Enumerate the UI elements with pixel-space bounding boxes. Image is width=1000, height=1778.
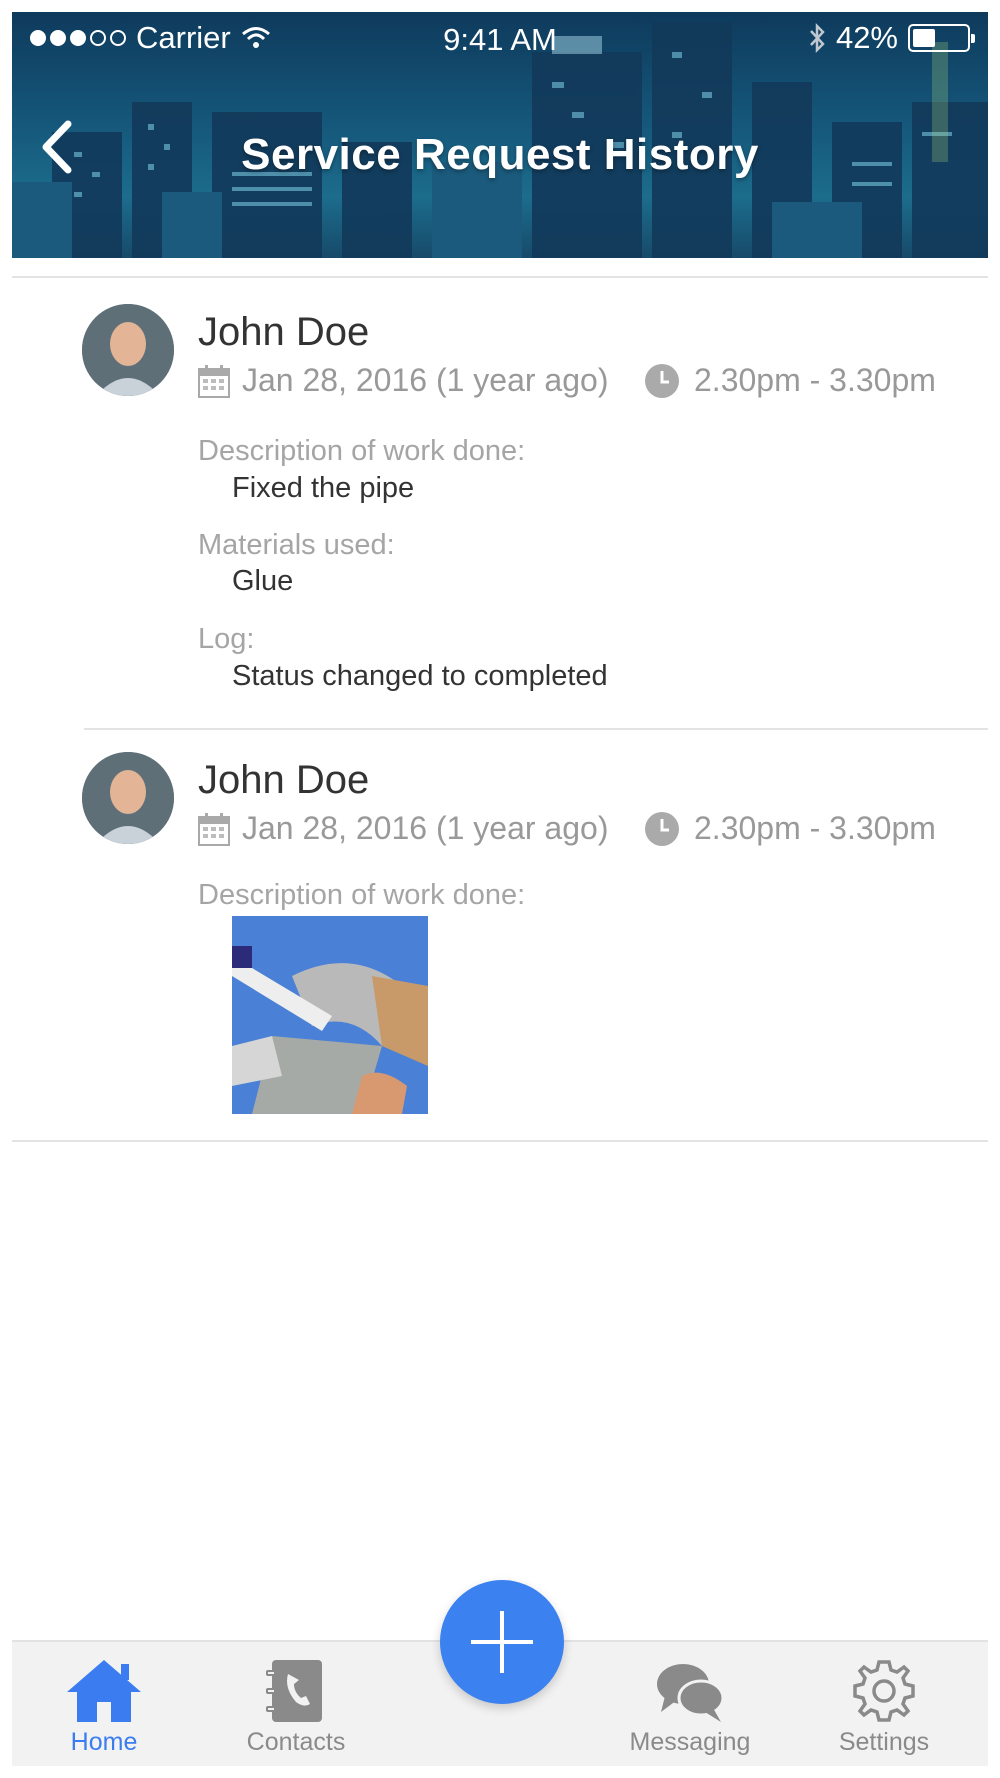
status-right: 42% — [808, 20, 975, 56]
tab-label: Messaging — [629, 1728, 751, 1756]
tab-home[interactable]: Home — [24, 1642, 184, 1766]
field-value: Glue — [232, 565, 294, 597]
clock-icon — [645, 811, 679, 846]
calendar-icon — [198, 364, 230, 398]
app-screen: Carrier 9:41 AM 42% Service Request Hist… — [12, 12, 988, 1766]
header: Carrier 9:41 AM 42% Service Request Hist… — [12, 12, 988, 258]
add-request-button[interactable] — [440, 1580, 564, 1704]
entry-date: Jan 28, 2016 (1 year ago) — [242, 810, 609, 846]
technician-name: John Doe — [198, 310, 370, 354]
home-icon — [67, 1660, 141, 1722]
tab-settings[interactable]: Settings — [804, 1642, 964, 1766]
contacts-book-icon — [266, 1660, 322, 1722]
gear-icon — [853, 1660, 915, 1722]
entry-date: Jan 28, 2016 (1 year ago) — [242, 362, 609, 398]
field-value: Fixed the pipe — [232, 472, 415, 504]
entry-time: 2.30pm - 3.30pm — [694, 810, 936, 846]
chat-bubbles-icon — [657, 1664, 725, 1722]
status-bar: Carrier 9:41 AM 42% — [12, 12, 988, 64]
tab-label: Home — [70, 1728, 138, 1756]
tab-messaging[interactable]: Messaging — [610, 1642, 770, 1766]
battery-percent: 42% — [835, 20, 898, 55]
battery-icon — [908, 24, 975, 52]
tab-label: Contacts — [246, 1728, 346, 1756]
avatar — [82, 752, 174, 844]
avatar — [82, 304, 174, 396]
entry-time: 2.30pm - 3.30pm — [694, 362, 936, 398]
work-photo[interactable] — [232, 916, 428, 1114]
clock-icon — [645, 363, 679, 398]
calendar-icon — [198, 812, 230, 846]
date-row: Jan 28, 2016 (1 year ago) — [198, 810, 608, 847]
date-row: Jan 28, 2016 (1 year ago) — [198, 362, 608, 399]
technician-name: John Doe — [198, 758, 370, 802]
time-row: 2.30pm - 3.30pm — [644, 362, 936, 399]
field-label: Description of work done: — [198, 435, 526, 467]
divider — [12, 276, 988, 278]
tab-contacts[interactable]: Contacts — [216, 1642, 376, 1766]
plus-icon — [471, 1611, 533, 1673]
field-label: Description of work done: — [198, 879, 526, 911]
divider — [84, 728, 988, 730]
divider — [12, 1140, 988, 1142]
time-row: 2.30pm - 3.30pm — [644, 810, 936, 847]
field-label: Log: — [198, 623, 255, 655]
field-value: Status changed to completed — [232, 660, 608, 692]
tab-label: Settings — [838, 1728, 930, 1756]
field-label: Materials used: — [198, 529, 395, 561]
page-title: Service Request History — [241, 130, 759, 179]
bluetooth-icon — [810, 22, 825, 54]
